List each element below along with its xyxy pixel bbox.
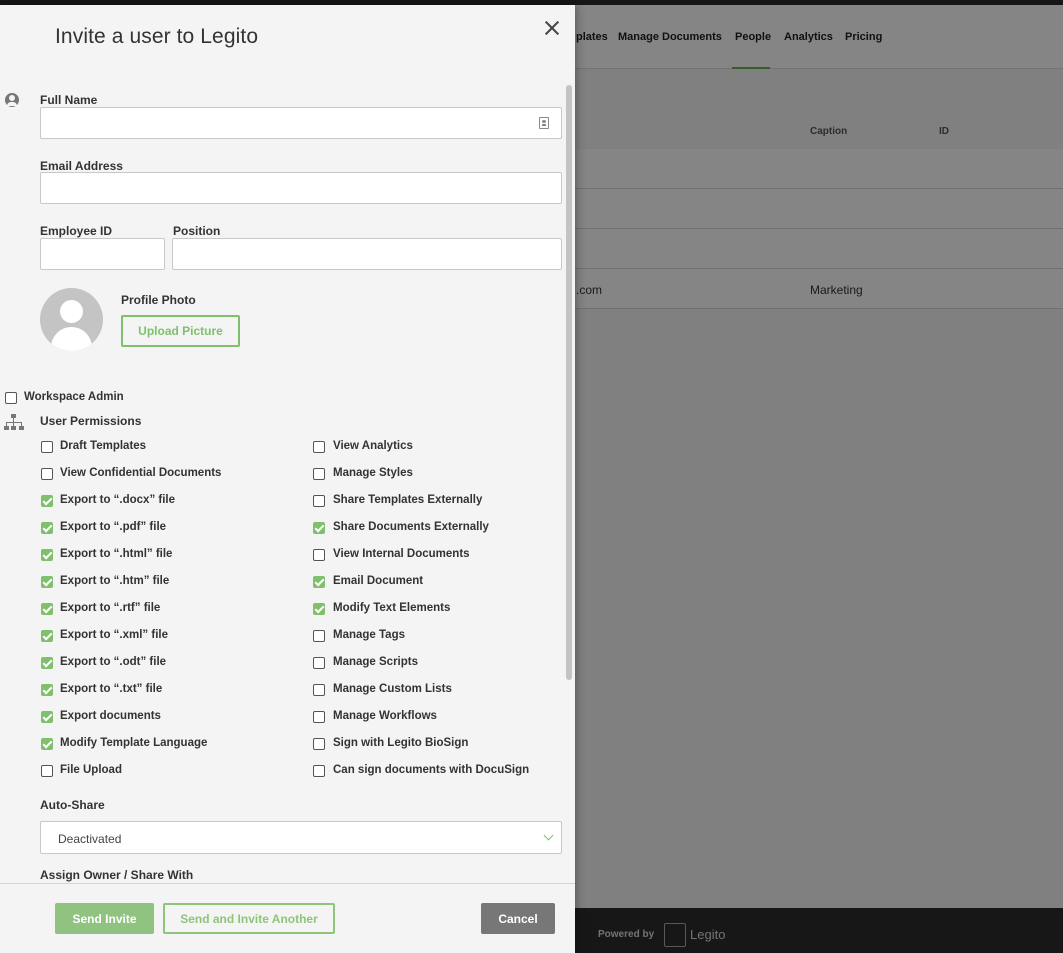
permission-label: Draft Templates bbox=[60, 440, 147, 452]
profile-photo-label: Profile Photo bbox=[121, 293, 196, 307]
modal-title: Invite a user to Legito bbox=[55, 25, 259, 48]
permission-label: Export to “.txt” file bbox=[60, 683, 163, 695]
footer-divider bbox=[0, 883, 575, 884]
permission-label: Share Templates Externally bbox=[333, 494, 483, 506]
send-and-invite-another-button[interactable]: Send and Invite Another bbox=[163, 903, 335, 934]
org-hierarchy-icon bbox=[4, 414, 24, 430]
assign-owner-label: Assign Owner / Share With bbox=[40, 868, 194, 882]
permission-checkbox[interactable] bbox=[313, 603, 325, 615]
permission-checkbox[interactable] bbox=[313, 630, 325, 642]
position-label: Position bbox=[173, 224, 221, 238]
permission-label: Manage Workflows bbox=[333, 710, 437, 722]
user-permissions-heading: User Permissions bbox=[40, 414, 142, 428]
permission-checkbox[interactable] bbox=[313, 684, 325, 696]
permission-label: Manage Tags bbox=[333, 629, 405, 641]
permission-label: Sign with Legito BioSign bbox=[333, 737, 469, 749]
permission-label: View Internal Documents bbox=[333, 548, 470, 560]
permission-label: Manage Styles bbox=[333, 467, 413, 479]
permission-label: Export documents bbox=[60, 710, 161, 722]
full-name-label: Full Name bbox=[40, 93, 98, 107]
full-name-input[interactable] bbox=[40, 107, 562, 139]
permission-label: Can sign documents with DocuSign bbox=[333, 764, 530, 776]
auto-share-label: Auto-Share bbox=[40, 798, 105, 812]
permission-checkbox[interactable] bbox=[41, 603, 53, 615]
permission-checkbox[interactable] bbox=[313, 441, 325, 453]
permission-label: Export to “.xml” file bbox=[60, 629, 168, 641]
employee-id-label: Employee ID bbox=[40, 224, 113, 238]
chevron-down-icon bbox=[543, 830, 554, 841]
permission-label: Email Document bbox=[333, 575, 424, 587]
auto-share-selected-value: Deactivated bbox=[58, 832, 122, 846]
permission-checkbox[interactable] bbox=[41, 684, 53, 696]
permission-checkbox[interactable] bbox=[41, 441, 53, 453]
avatar-placeholder-icon bbox=[40, 288, 103, 351]
permission-checkbox[interactable] bbox=[41, 495, 53, 507]
invite-user-modal: Invite a user to Legito Full Name Email … bbox=[0, 5, 575, 953]
permission-checkbox[interactable] bbox=[41, 765, 53, 777]
permission-checkbox[interactable] bbox=[313, 522, 325, 534]
permission-checkbox[interactable] bbox=[41, 468, 53, 480]
permission-label: Manage Scripts bbox=[333, 656, 418, 668]
cancel-button[interactable]: Cancel bbox=[481, 903, 555, 934]
permission-checkbox[interactable] bbox=[313, 576, 325, 588]
permission-label: Export to “.odt” file bbox=[60, 656, 167, 668]
permission-label: Export to “.docx” file bbox=[60, 494, 176, 506]
permission-checkbox[interactable] bbox=[41, 738, 53, 750]
permission-checkbox[interactable] bbox=[41, 630, 53, 642]
permission-checkbox[interactable] bbox=[313, 468, 325, 480]
permission-checkbox[interactable] bbox=[41, 711, 53, 723]
permission-label: File Upload bbox=[60, 764, 122, 776]
permission-label: Export to “.html” file bbox=[60, 548, 173, 560]
permission-label: View Analytics bbox=[333, 440, 413, 452]
permission-label: Modify Template Language bbox=[60, 737, 208, 749]
email-input[interactable] bbox=[40, 172, 562, 204]
modal-scroll-area[interactable]: Full Name Email Address Employee ID Posi… bbox=[0, 85, 575, 885]
permission-checkbox[interactable] bbox=[41, 522, 53, 534]
close-icon[interactable] bbox=[543, 19, 561, 37]
permission-checkbox[interactable] bbox=[41, 657, 53, 669]
permission-checkbox[interactable] bbox=[313, 765, 325, 777]
permission-label: View Confidential Documents bbox=[60, 467, 222, 479]
permission-checkbox[interactable] bbox=[313, 738, 325, 750]
workspace-admin-label: Workspace Admin bbox=[24, 391, 124, 403]
email-label: Email Address bbox=[40, 159, 123, 173]
permission-label: Export to “.rtf” file bbox=[60, 602, 161, 614]
permission-checkbox[interactable] bbox=[313, 495, 325, 507]
employee-id-input[interactable] bbox=[40, 238, 165, 270]
permission-label: Manage Custom Lists bbox=[333, 683, 452, 695]
contact-card-icon[interactable] bbox=[539, 117, 549, 129]
permission-label: Share Documents Externally bbox=[333, 521, 489, 533]
upload-picture-button[interactable]: Upload Picture bbox=[121, 315, 240, 347]
permission-label: Modify Text Elements bbox=[333, 602, 451, 614]
permission-checkbox[interactable] bbox=[313, 657, 325, 669]
permission-label: Export to “.pdf” file bbox=[60, 521, 167, 533]
person-icon bbox=[5, 93, 19, 107]
permission-checkbox[interactable] bbox=[313, 549, 325, 561]
permission-checkbox[interactable] bbox=[41, 549, 53, 561]
position-input[interactable] bbox=[172, 238, 562, 270]
permission-label: Export to “.htm” file bbox=[60, 575, 170, 587]
workspace-admin-checkbox[interactable] bbox=[5, 392, 17, 404]
auto-share-select[interactable]: Deactivated bbox=[40, 821, 562, 854]
send-invite-button[interactable]: Send Invite bbox=[55, 903, 154, 934]
scrollbar-thumb[interactable] bbox=[566, 85, 572, 680]
permission-checkbox[interactable] bbox=[313, 711, 325, 723]
permission-checkbox[interactable] bbox=[41, 576, 53, 588]
